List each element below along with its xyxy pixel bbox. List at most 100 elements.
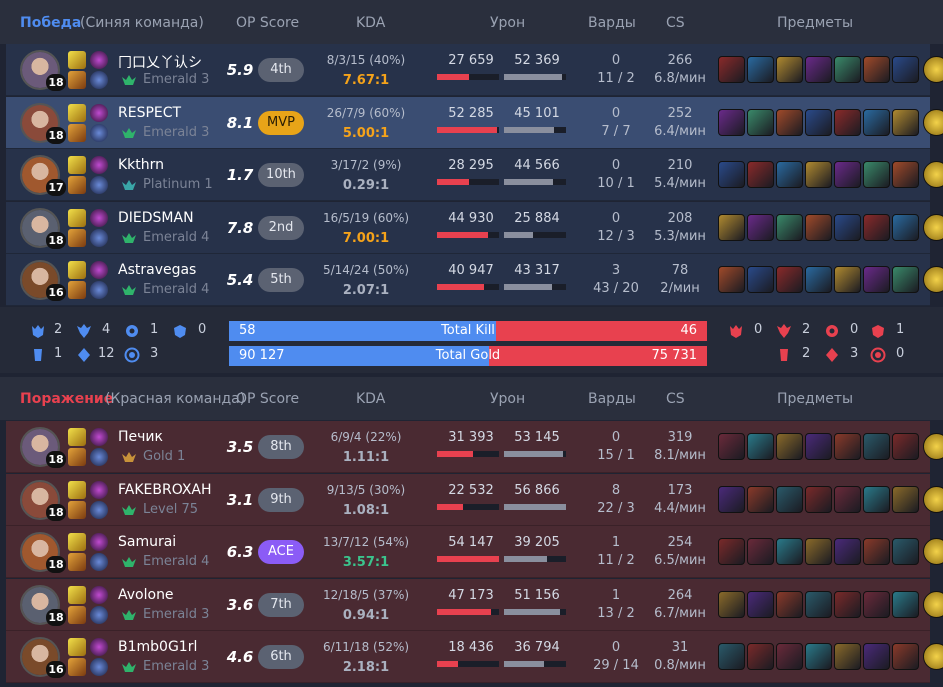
- flash-spell-icon[interactable]: [68, 428, 86, 446]
- item-slot-icon[interactable]: [834, 266, 861, 293]
- summoner-spell-icon[interactable]: [68, 658, 86, 676]
- secondary-rune-icon[interactable]: [90, 500, 108, 519]
- trinket-icon[interactable]: [923, 56, 943, 83]
- trinket-icon[interactable]: [923, 590, 943, 618]
- item-slot-icon[interactable]: [805, 56, 832, 83]
- item-slot-icon[interactable]: [805, 213, 832, 241]
- item-slot-icon[interactable]: [747, 56, 774, 83]
- item-slot-icon[interactable]: [863, 590, 890, 618]
- item-slot-icon[interactable]: [747, 433, 774, 460]
- summoner-spell-icon[interactable]: [68, 448, 86, 466]
- item-slot-icon[interactable]: [776, 213, 803, 241]
- summoner-spell-icon[interactable]: [68, 605, 86, 624]
- item-slot-icon[interactable]: [863, 485, 890, 513]
- item-slot-icon[interactable]: [747, 213, 774, 241]
- item-slot-icon[interactable]: [892, 161, 919, 188]
- player-name[interactable]: FAKEBROXAH: [118, 482, 212, 498]
- trinket-icon[interactable]: [923, 485, 943, 513]
- item-slot-icon[interactable]: [718, 433, 745, 460]
- flash-spell-icon[interactable]: [68, 208, 86, 227]
- player-name[interactable]: Samurai: [118, 534, 176, 550]
- flash-spell-icon[interactable]: [68, 638, 86, 656]
- item-slot-icon[interactable]: [747, 538, 774, 565]
- summoner-spell-icon[interactable]: [68, 228, 86, 247]
- item-slot-icon[interactable]: [776, 643, 803, 670]
- item-slot-icon[interactable]: [776, 433, 803, 460]
- item-slot-icon[interactable]: [892, 538, 919, 565]
- keystone-rune-icon[interactable]: [90, 51, 108, 69]
- player-name[interactable]: Печик: [118, 429, 163, 445]
- flash-spell-icon[interactable]: [68, 480, 86, 499]
- item-slot-icon[interactable]: [834, 108, 861, 136]
- player-row[interactable]: 18 RESPECT Emerald 3 8.1 MVP 26/7/9 (60%…: [6, 96, 943, 149]
- item-slot-icon[interactable]: [834, 56, 861, 83]
- item-slot-icon[interactable]: [805, 266, 832, 293]
- trinket-icon[interactable]: [923, 433, 943, 460]
- item-slot-icon[interactable]: [834, 433, 861, 460]
- item-slot-icon[interactable]: [805, 485, 832, 513]
- item-slot-icon[interactable]: [863, 643, 890, 670]
- player-row[interactable]: 16 B1mb0G1rl Emerald 3 4.6 6th 6/11/18 (…: [6, 631, 943, 683]
- player-row[interactable]: 18 Avolone Emerald 3 3.6 7th 12/18/5 (37…: [6, 578, 943, 631]
- summoner-spell-icon[interactable]: [68, 553, 86, 571]
- keystone-rune-icon[interactable]: [90, 638, 108, 656]
- red-header-wards[interactable]: Варды: [588, 391, 636, 407]
- keystone-rune-icon[interactable]: [90, 533, 108, 551]
- flash-spell-icon[interactable]: [68, 103, 86, 122]
- item-slot-icon[interactable]: [892, 643, 919, 670]
- player-row[interactable]: 18 FAKEBROXAH Level 75 3.1 9th 9/13/5 (3…: [6, 473, 943, 526]
- summoner-spell-icon[interactable]: [68, 71, 86, 89]
- secondary-rune-icon[interactable]: [90, 228, 108, 247]
- red-header-cs[interactable]: CS: [666, 391, 685, 407]
- item-slot-icon[interactable]: [718, 213, 745, 241]
- player-name[interactable]: Avolone: [118, 587, 174, 603]
- item-slot-icon[interactable]: [718, 538, 745, 565]
- item-slot-icon[interactable]: [863, 108, 890, 136]
- player-row[interactable]: 18 DIEDSMAN Emerald 4 7.8 2nd 16/5/19 (6…: [6, 201, 943, 254]
- item-slot-icon[interactable]: [892, 213, 919, 241]
- item-slot-icon[interactable]: [776, 485, 803, 513]
- secondary-rune-icon[interactable]: [90, 176, 108, 194]
- player-row[interactable]: 16 Astravegas Emerald 4 5.4 5th 5/14/24 …: [6, 254, 943, 306]
- item-slot-icon[interactable]: [834, 485, 861, 513]
- flash-spell-icon[interactable]: [68, 533, 86, 551]
- red-header-kda[interactable]: KDA: [356, 391, 385, 407]
- item-slot-icon[interactable]: [747, 643, 774, 670]
- summoner-spell-icon[interactable]: [68, 123, 86, 142]
- item-slot-icon[interactable]: [747, 485, 774, 513]
- keystone-rune-icon[interactable]: [90, 480, 108, 499]
- item-slot-icon[interactable]: [718, 266, 745, 293]
- player-name[interactable]: 冂口乂丫认シ: [118, 52, 202, 72]
- summoner-spell-icon[interactable]: [68, 500, 86, 519]
- item-slot-icon[interactable]: [892, 590, 919, 618]
- flash-spell-icon[interactable]: [68, 261, 86, 279]
- secondary-rune-icon[interactable]: [90, 658, 108, 676]
- item-slot-icon[interactable]: [892, 485, 919, 513]
- item-slot-icon[interactable]: [718, 643, 745, 670]
- player-row[interactable]: 17 Kkthrn Platinum 1 1.7 10th 3/17/2 (9%…: [6, 149, 943, 201]
- item-slot-icon[interactable]: [718, 161, 745, 188]
- item-slot-icon[interactable]: [834, 643, 861, 670]
- keystone-rune-icon[interactable]: [90, 585, 108, 604]
- secondary-rune-icon[interactable]: [90, 553, 108, 571]
- item-slot-icon[interactable]: [805, 108, 832, 136]
- item-slot-icon[interactable]: [863, 161, 890, 188]
- player-name[interactable]: Astravegas: [118, 262, 196, 278]
- keystone-rune-icon[interactable]: [90, 261, 108, 279]
- item-slot-icon[interactable]: [718, 108, 745, 136]
- trinket-icon[interactable]: [923, 643, 943, 670]
- flash-spell-icon[interactable]: [68, 156, 86, 174]
- item-slot-icon[interactable]: [892, 266, 919, 293]
- secondary-rune-icon[interactable]: [90, 448, 108, 466]
- player-row[interactable]: 18 冂口乂丫认シ Emerald 3 5.9 4th 8/3/15 (40%)…: [6, 44, 943, 96]
- item-slot-icon[interactable]: [747, 266, 774, 293]
- item-slot-icon[interactable]: [776, 108, 803, 136]
- item-slot-icon[interactable]: [776, 590, 803, 618]
- secondary-rune-icon[interactable]: [90, 605, 108, 624]
- header-op-score[interactable]: OP Score: [236, 15, 299, 31]
- item-slot-icon[interactable]: [863, 56, 890, 83]
- player-row[interactable]: 18 Samurai Emerald 4 6.3 ACE 13/7/12 (54…: [6, 526, 943, 578]
- player-name[interactable]: B1mb0G1rl: [118, 639, 197, 655]
- item-slot-icon[interactable]: [834, 213, 861, 241]
- item-slot-icon[interactable]: [834, 590, 861, 618]
